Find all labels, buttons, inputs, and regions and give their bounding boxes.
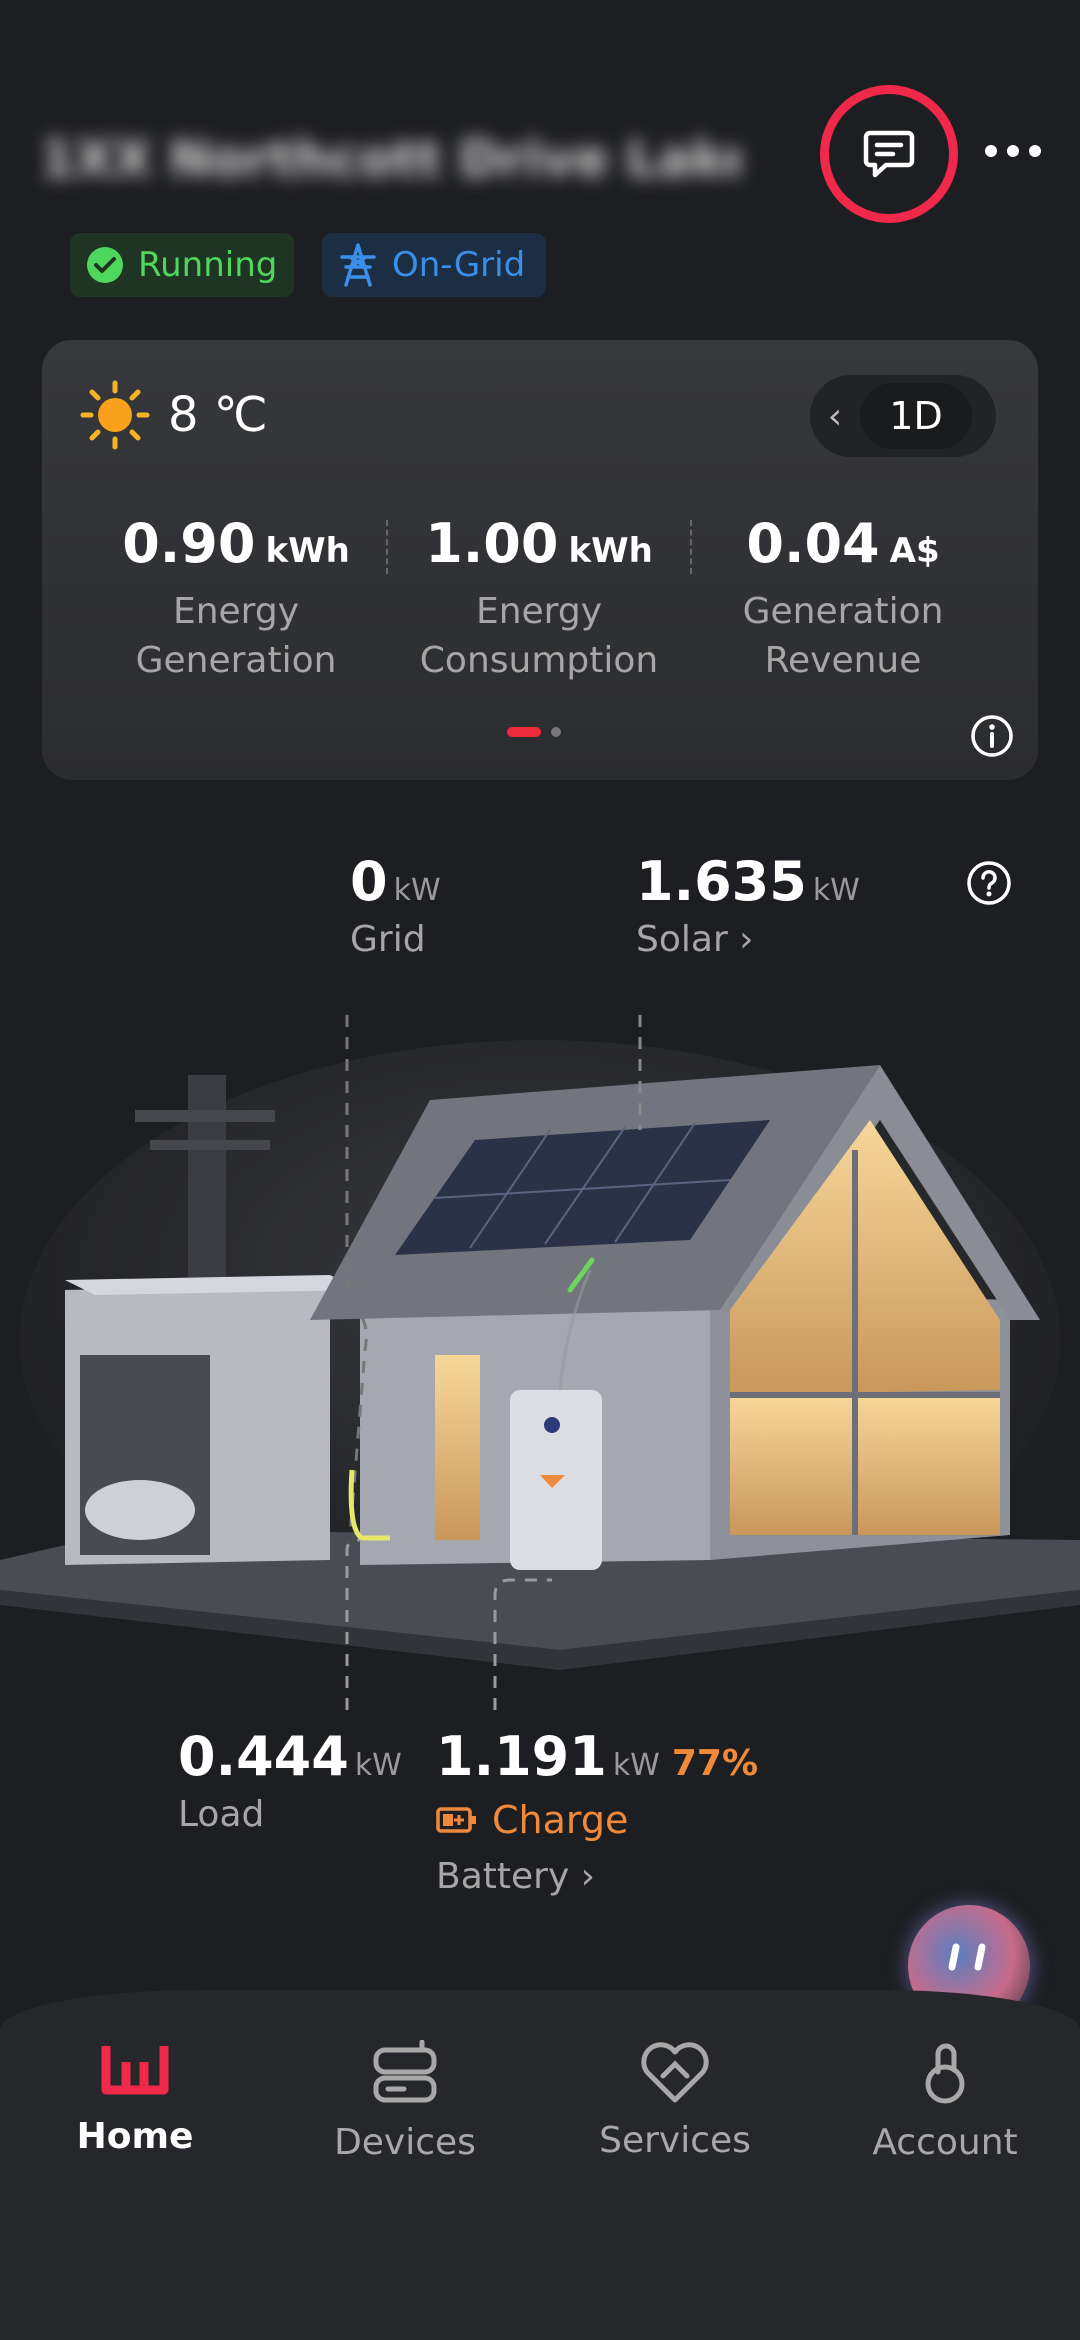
battery-state: Charge [492,1798,629,1842]
status-grid-label: On-Grid [392,245,526,285]
info-icon[interactable] [970,714,1014,762]
stat-generation-revenue: 0.04 A$ Generation Revenue [742,512,944,681]
tab-devices[interactable]: Devices [290,2039,520,2163]
help-icon[interactable] [966,860,1012,910]
more-options-icon[interactable] [985,145,1041,157]
stat-energy-generation: 0.90 kWh Energy Generation [122,512,350,681]
account-icon [925,2043,965,2104]
car [85,1480,195,1540]
page-indicator [507,727,561,737]
status-badge-grid: On-Grid [322,233,546,297]
weather: 8 ℃ [80,380,268,450]
solar-flow[interactable]: 1.635 kW Solar › [636,850,860,960]
stat-energy-consumption: 1.00 kWh Energy Consumption [419,512,659,681]
chat-icon [863,130,915,178]
chevron-left-icon[interactable]: ‹ [810,396,860,437]
tab-services[interactable]: Services [560,2040,790,2161]
message-button[interactable] [820,85,958,223]
site-address: 1XX Northcott Drive Lake... [40,130,740,188]
status-badge-running: Running [70,233,294,297]
house-illustration [0,1015,1080,1710]
services-icon [641,2042,709,2103]
battery-charge-icon [436,1807,476,1833]
stat-divider [386,520,388,574]
check-circle-icon [86,246,124,284]
power-tower-icon [338,243,378,287]
load-flow: 0.444 kW Load [178,1725,402,1835]
tab-account[interactable]: Account [830,2040,1060,2163]
battery-flow[interactable]: 1.191 kW 77% Charge Battery › [436,1725,758,1897]
temperature: 8 ℃ [168,387,268,443]
sun-icon [80,380,150,450]
period-value[interactable]: 1D [860,383,972,449]
devices-icon [373,2039,437,2103]
door [435,1355,480,1540]
battery-soc: 77% [671,1743,759,1784]
home-logo-icon [101,2046,169,2095]
grid-flow: 0 kW Grid [350,850,441,960]
stat-divider [690,520,692,574]
status-running-label: Running [138,245,278,285]
tab-home[interactable]: Home [20,2040,250,2157]
period-selector[interactable]: ‹ 1D [810,375,996,457]
